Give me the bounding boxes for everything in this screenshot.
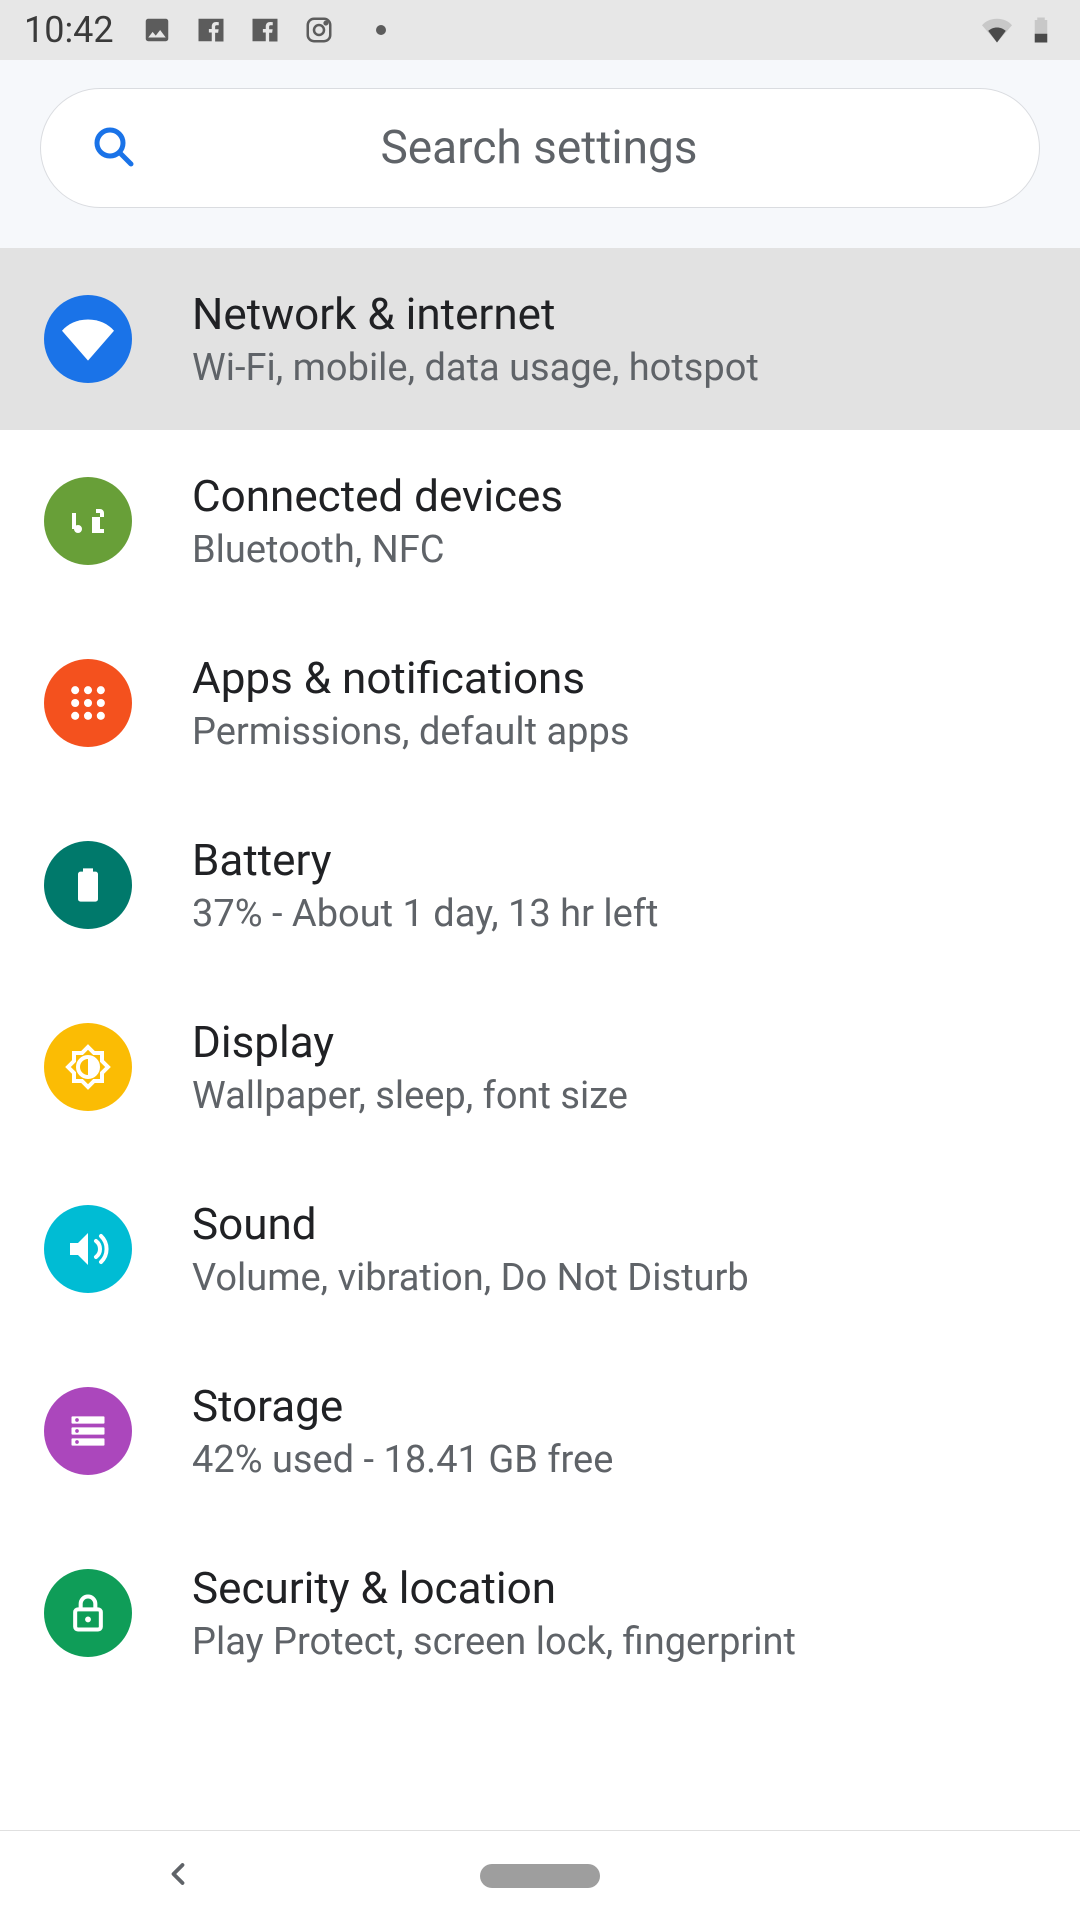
lock-icon [44,1569,132,1657]
more-notifications-dot [376,25,386,35]
search-placeholder: Search settings [87,121,991,175]
battery-icon [44,841,132,929]
settings-item-storage[interactable]: Storage 42% used - 18.41 GB free [0,1340,1080,1522]
picture-icon [142,15,172,45]
back-button[interactable] [160,1856,196,1896]
search-bar[interactable]: Search settings [40,88,1040,208]
apps-icon [44,659,132,747]
item-subtitle: Permissions, default apps [192,710,629,754]
battery-icon [1026,15,1056,45]
sound-icon [44,1205,132,1293]
item-title: Security & location [192,1562,796,1614]
item-subtitle: 42% used - 18.41 GB free [192,1438,613,1482]
settings-item-battery[interactable]: Battery 37% - About 1 day, 13 hr left [0,794,1080,976]
home-pill[interactable] [480,1864,600,1888]
item-title: Sound [192,1198,749,1250]
settings-item-connected-devices[interactable]: Connected devices Bluetooth, NFC [0,430,1080,612]
facebook-icon [250,15,280,45]
devices-icon [44,477,132,565]
item-title: Battery [192,834,658,886]
item-title: Connected devices [192,470,563,522]
status-bar: 10:42 [0,0,1080,60]
status-time: 10:42 [24,9,114,51]
item-title: Network & internet [192,288,759,340]
search-region: Search settings [0,60,1080,248]
wifi-icon [982,15,1012,45]
item-title: Storage [192,1380,613,1432]
status-notification-icons [142,15,386,45]
settings-item-network[interactable]: Network & internet Wi-Fi, mobile, data u… [0,248,1080,430]
display-icon [44,1023,132,1111]
settings-item-display[interactable]: Display Wallpaper, sleep, font size [0,976,1080,1158]
item-subtitle: Bluetooth, NFC [192,528,563,572]
facebook-icon [196,15,226,45]
storage-icon [44,1387,132,1475]
settings-item-security[interactable]: Security & location Play Protect, screen… [0,1522,1080,1704]
navigation-bar [0,1830,1080,1920]
instagram-icon [304,15,334,45]
item-subtitle: Wallpaper, sleep, font size [192,1074,628,1118]
item-subtitle: Play Protect, screen lock, fingerprint [192,1620,796,1664]
item-title: Apps & notifications [192,652,629,704]
item-subtitle: Volume, vibration, Do Not Disturb [192,1256,749,1300]
status-system-icons [982,15,1056,45]
settings-item-apps[interactable]: Apps & notifications Permissions, defaul… [0,612,1080,794]
item-subtitle: Wi-Fi, mobile, data usage, hotspot [192,346,759,390]
item-title: Display [192,1016,628,1068]
settings-list: Network & internet Wi-Fi, mobile, data u… [0,248,1080,1704]
settings-item-sound[interactable]: Sound Volume, vibration, Do Not Disturb [0,1158,1080,1340]
wifi-icon [44,295,132,383]
item-subtitle: 37% - About 1 day, 13 hr left [192,892,658,936]
